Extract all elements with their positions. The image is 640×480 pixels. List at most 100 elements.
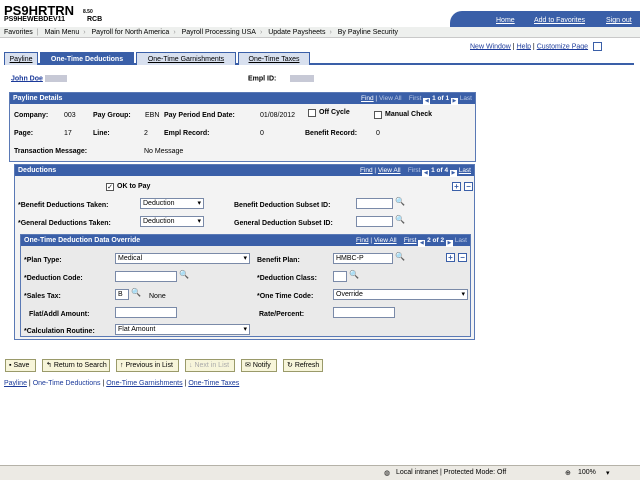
grid-icon[interactable] (593, 42, 603, 51)
override-header: One-Time Deduction Data Override Find | … (21, 235, 470, 247)
next-row-icon[interactable]: ▶ (445, 240, 453, 247)
lookup-icon[interactable]: 🔍 (179, 270, 189, 279)
benefit-plan-input[interactable]: HMBC-P (333, 253, 393, 264)
notify-button[interactable]: ✉ Notify (241, 359, 277, 372)
tab-one-time-deductions[interactable]: One-Time Deductions (40, 52, 134, 65)
override-view-all-link[interactable]: View All (374, 237, 397, 244)
prev-row-icon[interactable]: ◀ (422, 170, 430, 177)
line-label: Line: (93, 130, 110, 137)
benefit-record-value: 0 (376, 130, 380, 137)
footer-payline-link[interactable]: Payline (4, 380, 27, 387)
breadcrumb-payroll-na[interactable]: Payroll for North America (88, 27, 174, 38)
breadcrumb-payroll-usa[interactable]: Payroll Processing USA (178, 27, 260, 38)
benefit-subset-label: Benefit Deduction Subset ID: (234, 202, 331, 209)
sales-tax-label: *Sales Tax: (24, 293, 61, 300)
plan-type-select[interactable]: Medical (115, 253, 250, 264)
prev-row-icon[interactable]: ◀ (418, 240, 426, 247)
lookup-icon[interactable]: 🔍 (131, 288, 141, 297)
benefit-plan-label: Benefit Plan: (257, 257, 300, 264)
manual-check-checkbox[interactable] (374, 111, 382, 119)
empl-id: Empl ID: (248, 75, 315, 82)
help-link[interactable]: Help (517, 43, 531, 50)
browser-status-bar: ◍ Local intranet | Protected Mode: Off ⊕… (0, 465, 640, 480)
rate-label: Rate/Percent: (259, 311, 305, 318)
line-value: 2 (144, 130, 148, 137)
one-time-code-label: *One Time Code: (257, 293, 314, 300)
flat-amount-input[interactable] (115, 307, 177, 318)
general-taken-select[interactable]: Deduction (140, 216, 204, 227)
tab-one-time-garnishments[interactable]: One-Time Garnishments (136, 52, 236, 65)
redacted-emplid (290, 75, 315, 82)
sales-tax-desc: None (149, 293, 166, 300)
zoom-level[interactable]: 100% (578, 469, 596, 476)
zoom-icon[interactable]: ⊕ (565, 469, 571, 477)
ded-class-input[interactable] (333, 271, 347, 282)
deductions-view-all-link[interactable]: View All (378, 167, 401, 174)
benefit-subset-input[interactable] (356, 198, 393, 209)
calc-routine-select[interactable]: Flat Amount (115, 324, 250, 335)
deductions-header: Deductions Find | View All First ◀ 1 of … (15, 165, 474, 177)
lookup-icon[interactable]: 🔍 (349, 270, 359, 279)
ok-to-pay-checkbox[interactable]: ✓ (106, 183, 114, 191)
ded-code-input[interactable] (115, 271, 177, 282)
home-link[interactable]: Home (496, 17, 515, 24)
footer-links: Payline | One-Time Deductions | One-Time… (4, 380, 240, 387)
universal-nav: Home Add to Favorites Sign out (450, 11, 640, 27)
next-in-list-button[interactable]: ↓ Next in List (185, 359, 235, 372)
breadcrumb-by-payline-security[interactable]: By Payline Security (334, 27, 402, 38)
tab-bar: Payline One-Time Deductions One-Time Gar… (4, 52, 634, 65)
next-row-icon[interactable]: ▶ (449, 170, 457, 177)
benefit-taken-select[interactable]: Deduction (140, 198, 204, 209)
chevron-down-icon[interactable]: ▾ (606, 469, 610, 477)
breadcrumb-main-menu[interactable]: Main Menu (41, 27, 84, 38)
deductions-panel: Deductions Find | View All First ◀ 1 of … (14, 164, 475, 340)
tab-payline[interactable]: Payline (4, 52, 38, 65)
breadcrumb-favorites[interactable]: Favorites (0, 27, 37, 38)
lookup-icon[interactable]: 🔍 (395, 252, 405, 261)
footer-one-time-taxes-link[interactable]: One-Time Taxes (188, 380, 239, 387)
deductions-find-link[interactable]: Find (360, 167, 373, 174)
add-row-icon[interactable]: + (452, 182, 461, 191)
benefit-taken-label: *Benefit Deductions Taken: (18, 202, 109, 209)
ded-code-label: *Deduction Code: (24, 275, 83, 282)
one-time-code-select[interactable]: Override (333, 289, 468, 300)
delete-row-icon[interactable]: − (458, 253, 467, 262)
sign-out-link[interactable]: Sign out (606, 17, 632, 24)
next-row-icon[interactable]: ▶ (450, 98, 458, 105)
footer-one-time-garnishments-link[interactable]: One-Time Garnishments (106, 380, 182, 387)
override-first-link[interactable]: First (404, 237, 417, 244)
lookup-icon[interactable]: 🔍 (395, 197, 405, 206)
payline-find-link[interactable]: Find (361, 95, 374, 102)
refresh-button[interactable]: ↻ Refresh (283, 359, 323, 372)
database-name: PS9HEWEBDEV11 (4, 16, 66, 23)
manual-check-label: Manual Check (385, 111, 433, 118)
ped-value: 01/08/2012 (260, 112, 296, 119)
ok-to-pay-label: OK to Pay (117, 183, 151, 190)
rate-input[interactable] (333, 307, 395, 318)
ped-label: Pay Period End Date: (164, 112, 235, 119)
database-suffix: RCB (87, 16, 103, 23)
delete-row-icon[interactable]: − (464, 182, 473, 191)
add-to-favorites-link[interactable]: Add to Favorites (534, 17, 585, 24)
general-subset-input[interactable] (356, 216, 393, 227)
employee-name[interactable]: John Doe (11, 75, 67, 82)
payline-details-panel: Payline Details Find | View All First ◀ … (9, 92, 476, 162)
breadcrumb-update-paysheets[interactable]: Update Paysheets (264, 27, 329, 38)
previous-in-list-button[interactable]: ↑ Previous in List (116, 359, 179, 372)
new-window-link[interactable]: New Window (470, 43, 511, 50)
override-find-link[interactable]: Find (356, 237, 369, 244)
ded-class-label: *Deduction Class: (257, 275, 317, 282)
prev-row-icon[interactable]: ◀ (423, 98, 431, 105)
return-to-search-button[interactable]: ↰ Return to Search (42, 359, 110, 372)
tab-one-time-taxes[interactable]: One-Time Taxes (238, 52, 310, 65)
paygroup-value: EBN (145, 112, 160, 119)
add-row-icon[interactable]: + (446, 253, 455, 262)
sales-tax-input[interactable]: B (115, 289, 129, 300)
globe-icon: ◍ (384, 470, 391, 477)
save-button[interactable]: ▪ Save (5, 359, 36, 372)
offcycle-checkbox[interactable] (308, 109, 316, 117)
redacted-id (44, 75, 67, 82)
customize-page-link[interactable]: Customize Page (537, 43, 588, 50)
lookup-icon[interactable]: 🔍 (395, 215, 405, 224)
deductions-last-link[interactable]: Last (459, 167, 471, 174)
